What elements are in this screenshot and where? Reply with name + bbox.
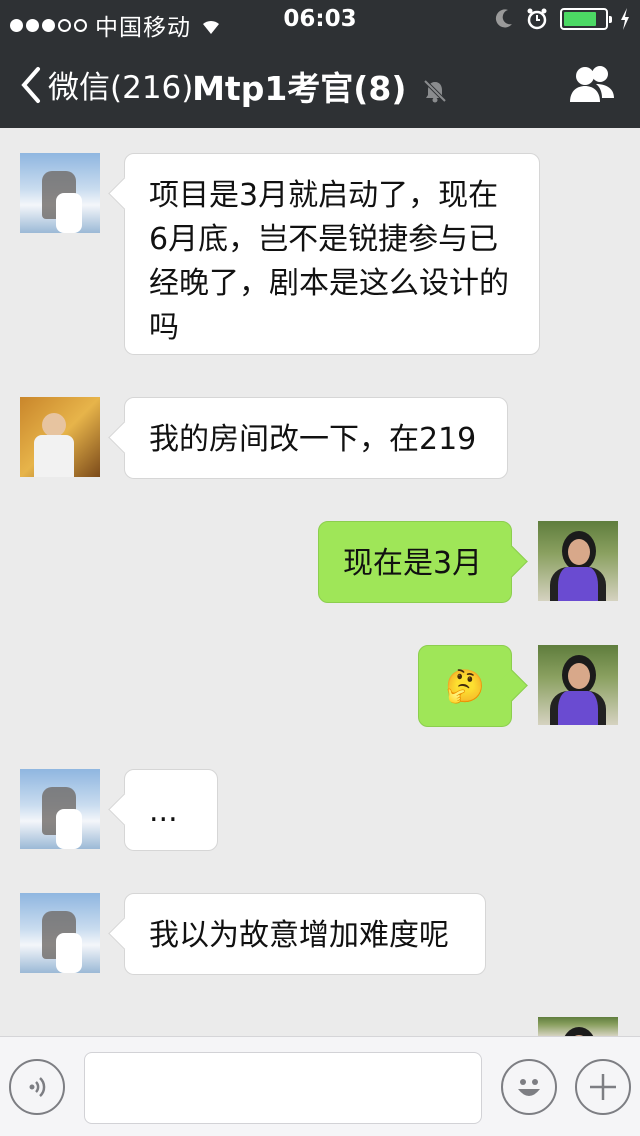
alarm-icon (527, 8, 547, 30)
message-bubble[interactable]: 我的房间改一下，在219 (124, 397, 508, 479)
voice-icon (29, 1077, 46, 1097)
chat-title-text: Mtp1考官(8) (192, 69, 407, 108)
moon-icon (495, 9, 512, 28)
message-text: 我以为故意增加难度呢 (149, 918, 449, 953)
group-members-icon[interactable] (568, 64, 616, 104)
message-text: 项目是3月就启动了，现在6月底，岂不是锐捷参与已经晚了，剧本是这么设计的吗 (149, 178, 509, 345)
top-bar: 中国移动 06:03 微信(216) Mtp1考官(8) (0, 0, 640, 128)
navigation-bar: 微信(216) Mtp1考官(8) (0, 40, 640, 128)
emoji-icon (518, 1079, 540, 1096)
message-bubble-outgoing[interactable]: 现在是3月 (318, 521, 512, 603)
input-bar (0, 1036, 640, 1136)
message-bubble[interactable]: 我以为故意增加难度呢 (124, 893, 486, 975)
avatar[interactable] (538, 645, 618, 725)
avatar[interactable] (20, 153, 100, 233)
message-bubble[interactable]: 项目是3月就启动了，现在6月底，岂不是锐捷参与已经晚了，剧本是这么设计的吗 (124, 153, 540, 355)
message-text: 现在是3月 (343, 546, 483, 581)
battery-icon (560, 8, 612, 30)
plus-icon (590, 1074, 616, 1100)
emoji-button[interactable] (501, 1059, 557, 1115)
avatar[interactable] (538, 1017, 618, 1036)
message-bubble-outgoing[interactable]: 🤔 (418, 645, 512, 727)
more-options-button[interactable] (575, 1059, 631, 1115)
message-text: 我的房间改一下，在219 (149, 422, 477, 457)
avatar[interactable] (20, 397, 100, 477)
voice-input-button[interactable] (9, 1059, 65, 1115)
mute-bell-icon (423, 79, 447, 102)
avatar[interactable] (538, 521, 618, 601)
message-input[interactable] (84, 1052, 482, 1124)
message-bubble[interactable]: ... (124, 769, 218, 851)
status-bar: 中国移动 06:03 (0, 0, 640, 41)
avatar[interactable] (20, 769, 100, 849)
chat-title: Mtp1考官(8) (0, 62, 640, 110)
avatar[interactable] (20, 893, 100, 973)
thinking-emoji: 🤔 (445, 667, 485, 705)
charging-bolt-icon (621, 8, 629, 30)
message-text: ... (149, 794, 178, 829)
